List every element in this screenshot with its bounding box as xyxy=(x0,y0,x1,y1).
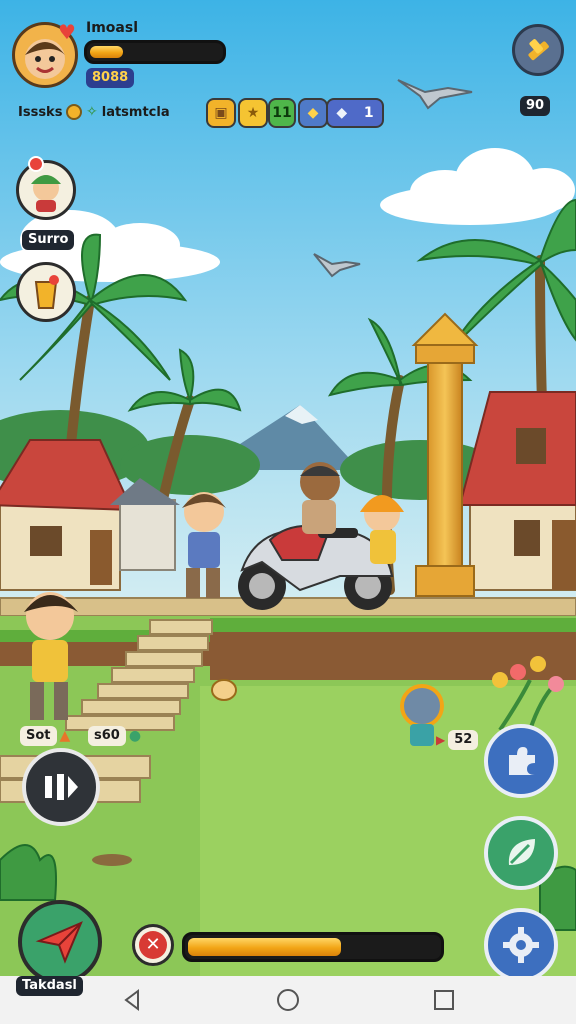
pet xyxy=(211,679,237,701)
quest-label: Surro xyxy=(22,230,75,250)
home-icon[interactable] xyxy=(276,988,300,1012)
gold-chip[interactable]: ▣ xyxy=(206,98,236,128)
coin-icon xyxy=(66,104,83,120)
middle-label-text: s60 xyxy=(88,726,126,746)
box-icon: ▣ xyxy=(214,105,228,121)
stat-left-label: Isssks xyxy=(18,104,63,120)
pause-icon xyxy=(45,774,78,800)
health-bar-fill xyxy=(90,46,123,58)
quest-alert-icon xyxy=(28,156,44,172)
health-bar xyxy=(84,40,226,64)
sparkle-icon: ✧ xyxy=(86,104,98,120)
stat-left: Isssks xyxy=(18,104,83,120)
stat-right-label: latsmtcla xyxy=(101,104,170,120)
leaf-small-icon: ● xyxy=(128,728,142,744)
enemy-label: ▶ 52 xyxy=(436,730,479,750)
medal-chip[interactable]: ★ xyxy=(238,98,268,128)
blue-value: 1 xyxy=(363,105,374,121)
avatar-heart-icon: ♥ xyxy=(58,20,76,44)
main-action-label: Takdasl xyxy=(16,976,83,996)
shield-chip[interactable]: ◆ xyxy=(298,98,328,128)
green-value: 11 xyxy=(272,105,292,121)
close-icon: ✕ xyxy=(139,931,167,959)
action-progress-bar xyxy=(182,932,444,962)
navigation-bar xyxy=(0,976,576,1024)
gem-icon: ◆ xyxy=(336,105,348,121)
quest-button[interactable] xyxy=(16,160,76,220)
kid-label-text: Sot xyxy=(20,726,57,746)
coin-counter: 8088 xyxy=(86,68,135,88)
gear-button[interactable] xyxy=(484,908,558,982)
leaf-button[interactable] xyxy=(484,816,558,890)
hammer-button[interactable] xyxy=(512,24,564,76)
character-icon xyxy=(31,175,61,212)
green-chip[interactable]: 11 xyxy=(268,98,296,128)
action-progress-fill xyxy=(188,938,341,956)
kid-label: Sot ▲ xyxy=(20,726,70,746)
recents-icon[interactable] xyxy=(432,988,456,1012)
main-action-button[interactable] xyxy=(18,900,102,984)
gear-icon xyxy=(503,927,539,963)
pause-button[interactable] xyxy=(22,748,100,826)
gem-chip[interactable]: ◆ 1 xyxy=(326,98,384,128)
middle-label: s60 ● xyxy=(88,726,141,746)
cup-icon xyxy=(34,275,59,309)
sword-small-icon: ▶ xyxy=(436,733,446,747)
puzzle-icon xyxy=(509,747,535,775)
hammer-icon xyxy=(528,39,549,61)
puzzle-button[interactable] xyxy=(484,724,558,798)
top-right-value: 90 xyxy=(520,96,551,116)
paper-plane-icon xyxy=(35,921,83,964)
fire-icon: ▲ xyxy=(59,728,71,744)
enemy-label-text: 52 xyxy=(448,730,479,750)
medal-icon: ★ xyxy=(246,105,260,121)
shield-icon: ◆ xyxy=(307,105,319,121)
drink-button[interactable] xyxy=(16,262,76,322)
player-name: Imoasl xyxy=(86,20,138,36)
leaf-icon xyxy=(508,839,535,865)
stat-right: ✧ latsmtcla xyxy=(86,104,170,120)
back-icon[interactable] xyxy=(120,988,144,1012)
road xyxy=(0,597,576,617)
close-button[interactable]: ✕ xyxy=(132,924,174,966)
